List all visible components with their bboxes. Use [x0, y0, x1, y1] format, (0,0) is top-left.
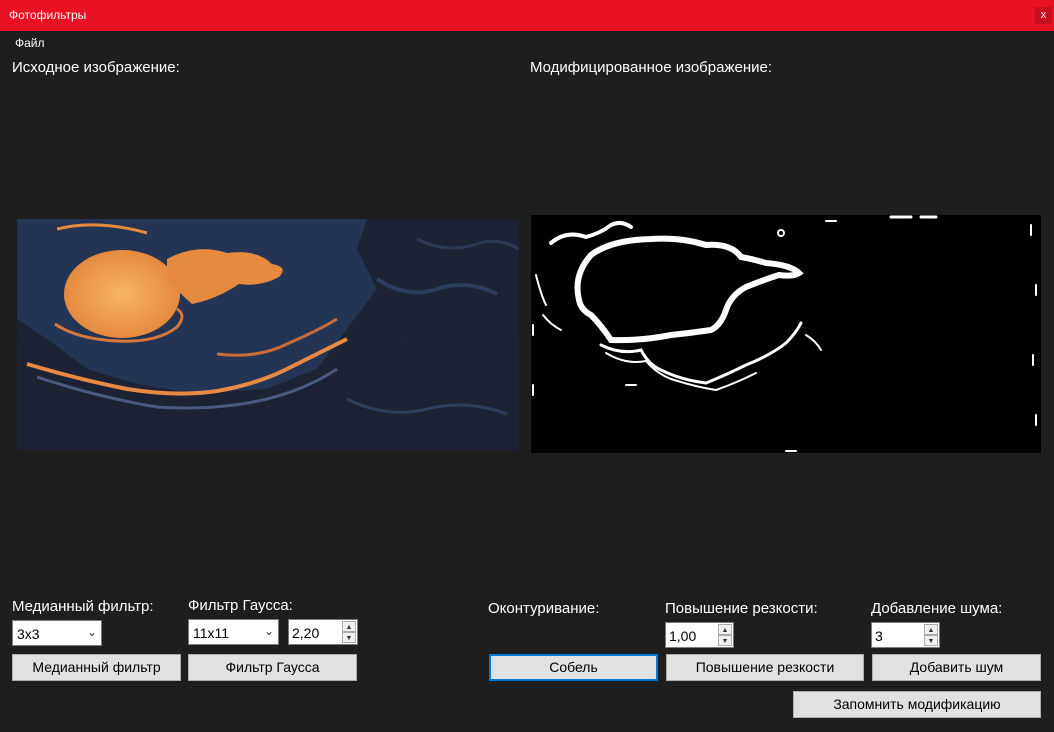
gauss-size-value: 11x11 — [193, 625, 230, 641]
sharpen-stepper[interactable]: 1,00 ▲ ▼ — [665, 622, 734, 648]
window-title: Фотофильтры — [9, 8, 87, 22]
gauss-sigma-value: 2,20 — [292, 625, 320, 641]
menu-bar: Файл — [0, 31, 1054, 53]
sharpen-label: Повышение резкости: — [665, 600, 818, 617]
spin-down-icon[interactable]: ▼ — [342, 632, 356, 643]
sharpen-button[interactable]: Повышение резкости — [666, 654, 864, 681]
gauss-size-select[interactable]: 11x11 ⌄ — [188, 619, 279, 645]
gauss-filter-button[interactable]: Фильтр Гаусса — [188, 654, 357, 681]
median-size-value: 3x3 — [17, 626, 40, 642]
menu-file[interactable]: Файл — [15, 36, 45, 50]
spin-up-icon[interactable]: ▲ — [924, 624, 938, 635]
sobel-button[interactable]: Собель — [489, 654, 658, 681]
spin-up-icon[interactable]: ▲ — [718, 624, 732, 635]
median-filter-label: Медианный фильтр: — [12, 598, 154, 615]
spin-down-icon[interactable]: ▼ — [718, 635, 732, 646]
close-button[interactable]: x — [1035, 7, 1052, 24]
spin-up-icon[interactable]: ▲ — [342, 621, 356, 632]
modified-image-label: Модифицированное изображение: — [530, 59, 772, 76]
median-size-select[interactable]: 3x3 ⌄ — [12, 620, 102, 646]
noise-value: 3 — [875, 628, 883, 644]
chevron-down-icon: ⌄ — [86, 625, 97, 639]
chevron-down-icon: ⌄ — [263, 624, 274, 638]
save-modification-button[interactable]: Запомнить модификацию — [793, 691, 1041, 718]
add-noise-button[interactable]: Добавить шум — [872, 654, 1041, 681]
contour-label: Оконтуривание: — [488, 600, 600, 617]
gauss-sigma-stepper[interactable]: 2,20 ▲ ▼ — [288, 619, 358, 645]
noise-label: Добавление шума: — [871, 600, 1003, 617]
sharpen-value: 1,00 — [669, 628, 697, 644]
noise-stepper[interactable]: 3 ▲ ▼ — [871, 622, 940, 648]
source-image-label: Исходное изображение: — [12, 59, 180, 76]
median-filter-button[interactable]: Медианный фильтр — [12, 654, 181, 681]
title-bar: Фотофильтры x — [0, 0, 1054, 31]
source-image — [17, 219, 519, 450]
spin-down-icon[interactable]: ▼ — [924, 635, 938, 646]
gauss-filter-label: Фильтр Гаусса: — [188, 597, 293, 614]
modified-image — [531, 215, 1041, 453]
